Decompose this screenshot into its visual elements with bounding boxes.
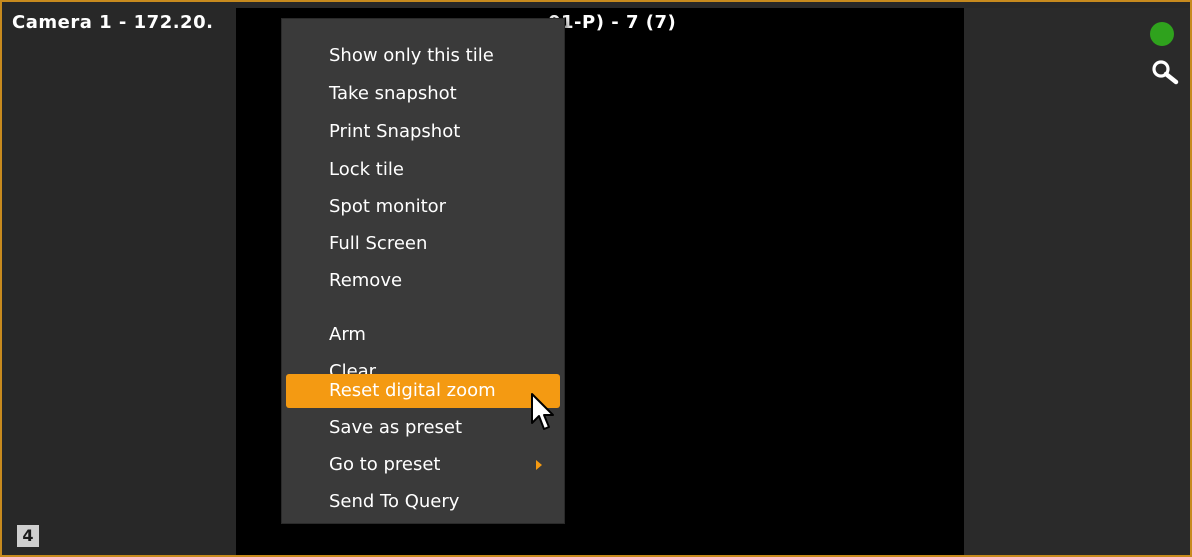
menu-item-label: Show only this tile bbox=[329, 45, 494, 66]
menu-item-full-screen[interactable]: Full Screen bbox=[286, 229, 560, 259]
menu-item-label: Print Snapshot bbox=[329, 121, 461, 142]
menu-item-label: Full Screen bbox=[329, 233, 428, 254]
tile-number-badge: 4 bbox=[17, 525, 39, 547]
menu-item-label: Go to preset bbox=[329, 454, 441, 475]
tile-right-panel bbox=[964, 8, 1190, 555]
menu-item-label: Send To Query bbox=[329, 491, 460, 512]
menu-item-label: Spot monitor bbox=[329, 196, 447, 217]
context-menu: Show only this tile Take snapshot Print … bbox=[281, 18, 565, 524]
menu-item-spot-monitor[interactable]: Spot monitor bbox=[286, 192, 560, 222]
tile-title-continued: 01-P) - 7 (7) bbox=[548, 12, 677, 33]
menu-item-label: Remove bbox=[329, 270, 403, 291]
menu-item-arm[interactable]: Arm bbox=[286, 320, 560, 350]
submenu-arrow-icon bbox=[536, 460, 542, 470]
menu-item-reset-digital-zoom[interactable]: Reset digital zoom bbox=[286, 374, 560, 408]
menu-item-label: Save as preset bbox=[329, 417, 463, 438]
status-dot-icon bbox=[1150, 22, 1174, 46]
menu-item-show-only-this-tile[interactable]: Show only this tile bbox=[286, 41, 560, 71]
menu-item-save-as-preset[interactable]: Save as preset bbox=[286, 413, 560, 443]
menu-item-print-snapshot[interactable]: Print Snapshot bbox=[286, 117, 560, 147]
menu-item-send-to-query[interactable]: Send To Query bbox=[286, 487, 560, 517]
menu-item-label: Reset digital zoom bbox=[329, 380, 496, 401]
menu-item-label: Lock tile bbox=[329, 159, 404, 180]
menu-item-label: Take snapshot bbox=[329, 83, 457, 104]
menu-item-remove[interactable]: Remove bbox=[286, 266, 560, 296]
menu-item-label: Arm bbox=[329, 324, 366, 345]
menu-item-lock-tile[interactable]: Lock tile bbox=[286, 155, 560, 185]
menu-item-take-snapshot[interactable]: Take snapshot bbox=[286, 79, 560, 109]
tile-title: Camera 1 - 172.20. bbox=[12, 12, 214, 33]
search-icon[interactable] bbox=[1150, 58, 1180, 88]
menu-item-go-to-preset[interactable]: Go to preset bbox=[286, 450, 560, 480]
